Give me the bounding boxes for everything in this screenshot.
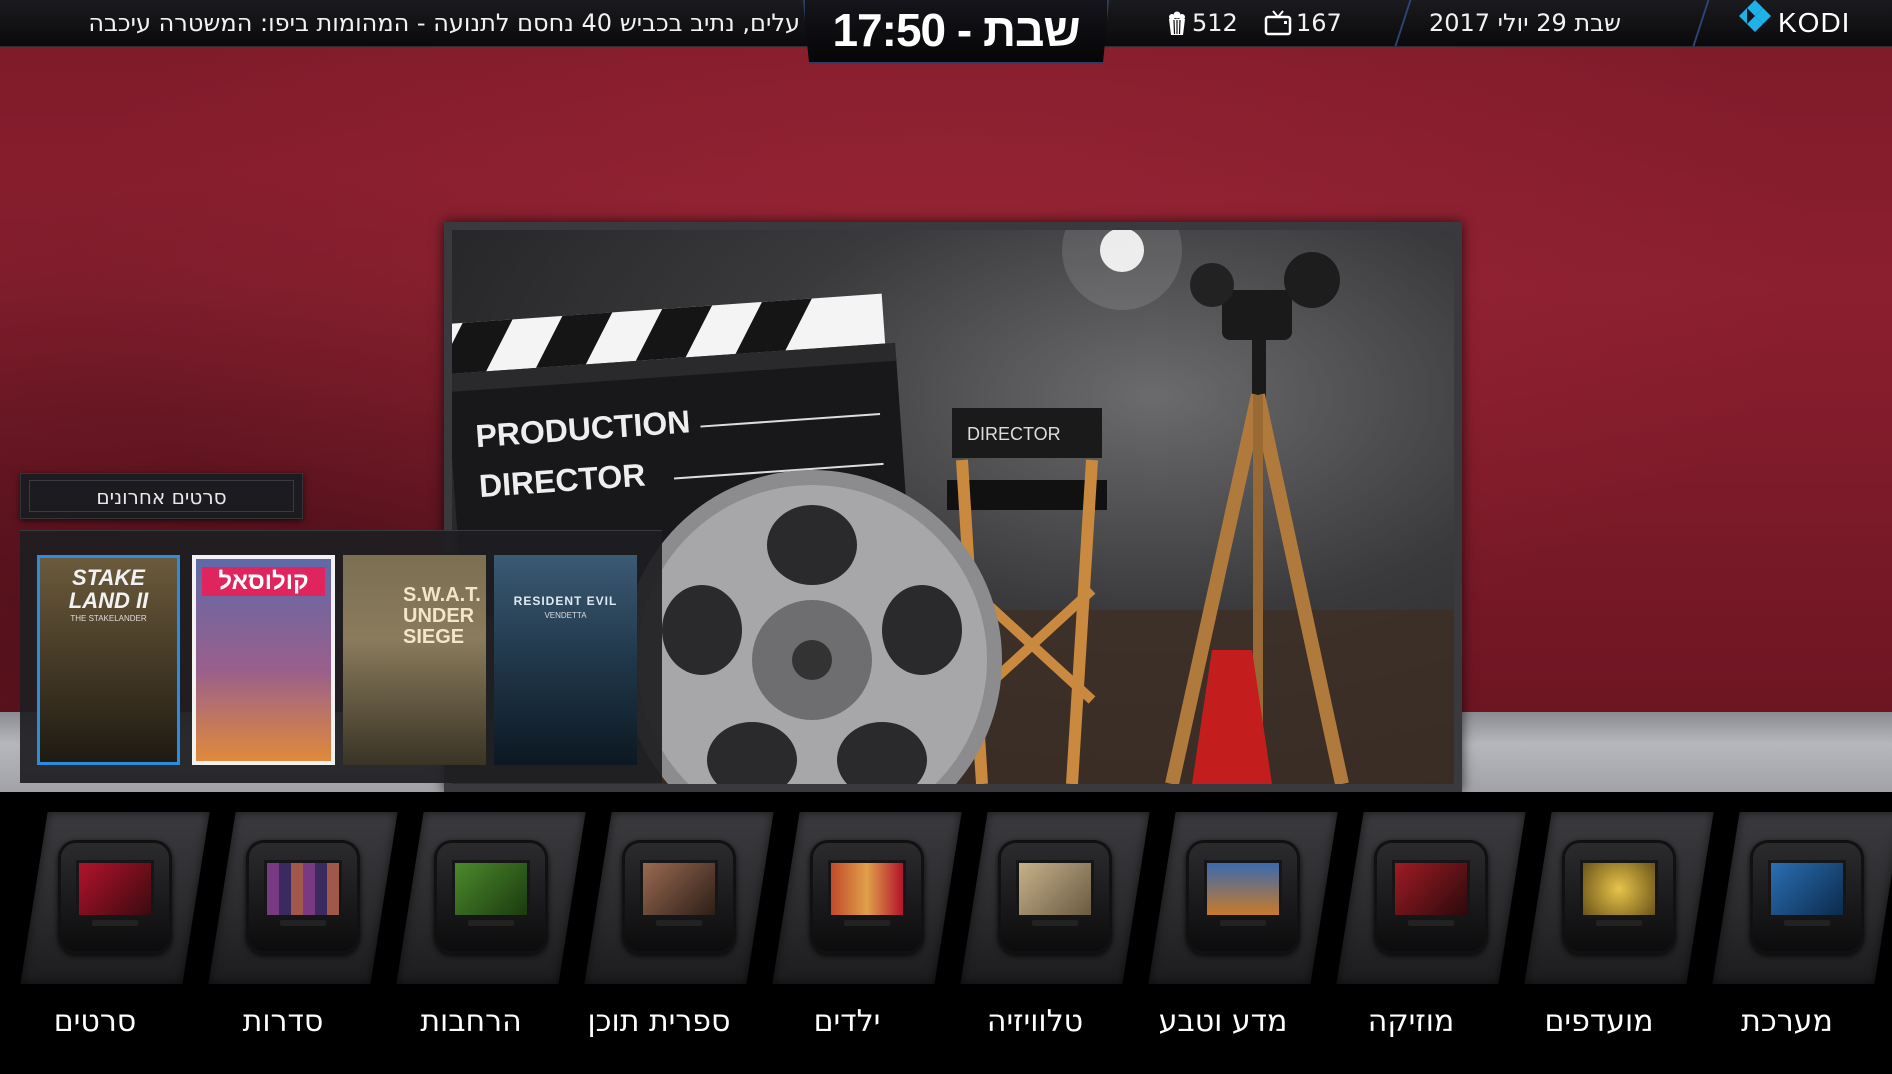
poster-title: S.W.A.T. UNDER SIEGE: [403, 584, 481, 648]
icon-stand: [844, 920, 890, 926]
kodi-logo: KODI: [1738, 0, 1850, 46]
menu-label-library[interactable]: ספרית תוכן: [564, 1002, 754, 1042]
icon-stand: [92, 920, 138, 926]
system-icon: [1750, 840, 1864, 954]
icon-screen: [1392, 860, 1470, 918]
menu-label-nature[interactable]: מדע וטבע: [1128, 1002, 1318, 1042]
icon-screen: [828, 860, 906, 918]
icon-stand: [656, 920, 702, 926]
movies-icon: [58, 840, 172, 954]
library-icon: [622, 840, 736, 954]
menu-item-tvshows[interactable]: [208, 812, 398, 984]
menu-label-movies[interactable]: סרטים: [0, 1002, 190, 1042]
icon-screen: [264, 860, 342, 918]
icon-screen: [1204, 860, 1282, 918]
icon-stand: [1220, 920, 1266, 926]
menu-label-tv[interactable]: טלוויזיה: [940, 1002, 1130, 1042]
icon-stand: [1032, 920, 1078, 926]
poster-colossal[interactable]: קולוסאל: [192, 555, 335, 765]
menu-label-system[interactable]: מערכת: [1692, 1002, 1882, 1042]
news-ticker: עלים, נתיב בכביש 40 נחסם לתנועה - המהומו…: [88, 9, 800, 37]
svg-text:DIRECTOR: DIRECTOR: [967, 424, 1061, 444]
icon-stand: [1408, 920, 1454, 926]
poster-subtitle: THE STAKELANDER: [70, 614, 147, 623]
tv-icon: [998, 840, 1112, 954]
recent-movies-list: STAKE LAND II THE STAKELANDER קולוסאל S.…: [20, 530, 662, 783]
poster-stake-land[interactable]: STAKE LAND II THE STAKELANDER: [37, 555, 180, 765]
poster-swat-under-siege[interactable]: S.W.A.T. UNDER SIEGE: [343, 555, 486, 765]
favorites-icon: [1562, 840, 1676, 954]
home-menu: סרטים סדרות הרחבות ספרית תוכן ילדים טלוו…: [0, 792, 1892, 1074]
separator: [1692, 0, 1710, 46]
icon-screen: [1768, 860, 1846, 918]
clock: שבת - 17:50: [803, 0, 1109, 64]
poster-resident-evil[interactable]: RESIDENT EVIL VENDETTA: [494, 555, 637, 765]
chair-label: DIRECTOR: [967, 424, 1061, 444]
icon-screen: [452, 860, 530, 918]
icon-screen: [1580, 860, 1658, 918]
kodi-logo-text: KODI: [1778, 7, 1851, 38]
nature-icon: [1186, 840, 1300, 954]
icon-screen: [1016, 860, 1094, 918]
date-display: שבת 29 יולי 2017: [1428, 9, 1622, 37]
menu-label-kids[interactable]: ילדים: [752, 1002, 942, 1042]
menu-label-addons[interactable]: הרחבות: [376, 1002, 566, 1042]
recent-movies-header: סרטים אחרונים: [20, 473, 303, 519]
movies-count: 512: [1166, 0, 1238, 46]
icon-stand: [468, 920, 514, 926]
menu-label-music[interactable]: מוזיקה: [1316, 1002, 1506, 1042]
popcorn-icon: [1166, 10, 1188, 36]
recent-movies-title: סרטים אחרונים: [29, 480, 294, 512]
tvshows-icon: [246, 840, 360, 954]
movies-count-value: 512: [1192, 9, 1238, 37]
tv-icon: [1264, 10, 1292, 36]
tvshows-count-value: 167: [1296, 9, 1342, 37]
kids-icon: [810, 840, 924, 954]
menu-item-music[interactable]: [1336, 812, 1526, 984]
menu-item-library[interactable]: [584, 812, 774, 984]
poster-title: RESIDENT EVIL: [513, 594, 618, 608]
icon-stand: [280, 920, 326, 926]
poster-title: STAKE LAND II: [68, 565, 149, 614]
icon-screen: [76, 860, 154, 918]
addons-icon: [434, 840, 548, 954]
tvshows-count: 167: [1264, 0, 1342, 46]
kodi-diamond-icon: [1738, 0, 1772, 47]
icon-stand: [1784, 920, 1830, 926]
menu-label-favorites[interactable]: מועדפים: [1504, 1002, 1694, 1042]
poster-title: קולוסאל: [202, 567, 325, 597]
icon-screen: [640, 860, 718, 918]
menu-item-movies[interactable]: [20, 812, 210, 984]
poster-subtitle: VENDETTA: [544, 611, 587, 620]
menu-item-nature[interactable]: [1148, 812, 1338, 984]
menu-item-tv[interactable]: [960, 812, 1150, 984]
menu-item-favorites[interactable]: [1524, 812, 1714, 984]
icon-stand: [1596, 920, 1642, 926]
menu-item-kids[interactable]: [772, 812, 962, 984]
menu-item-system[interactable]: [1712, 812, 1892, 984]
music-icon: [1374, 840, 1488, 954]
menu-label-tvshows[interactable]: סדרות: [188, 1002, 378, 1042]
menu-item-addons[interactable]: [396, 812, 586, 984]
